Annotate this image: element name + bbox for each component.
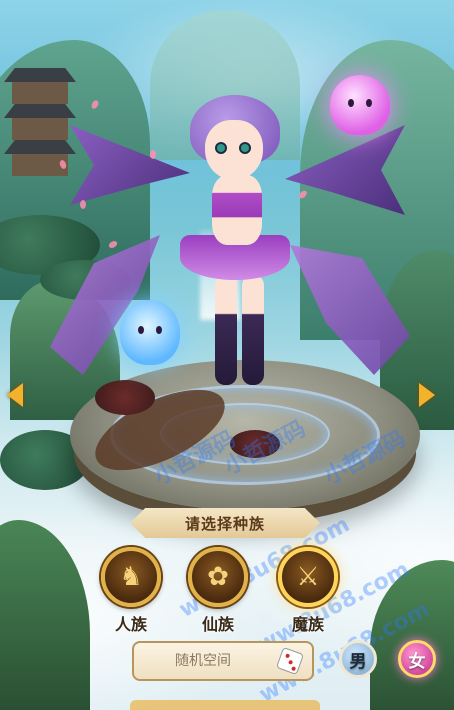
race-select-title: 请选择种族: [184, 514, 265, 533]
pink-spirit: [330, 75, 390, 135]
dice-icon: [275, 646, 305, 676]
temple-building: [0, 60, 80, 180]
character-name-box: [132, 641, 314, 681]
race-medal: ⚔: [278, 547, 338, 607]
cliff-bottom-left: [0, 520, 90, 710]
arrow-left-icon: [7, 383, 23, 407]
race-option-demon[interactable]: ⚔ 魔族: [277, 547, 339, 635]
race-label: 人族: [114, 615, 147, 634]
leg: [242, 275, 264, 385]
race-medal: ✿: [188, 547, 248, 607]
torso: [212, 175, 262, 245]
race-medal: ♞: [101, 547, 161, 607]
arrow-right-icon: [419, 383, 435, 407]
character-name-input[interactable]: [148, 653, 258, 669]
race-label: 仙族: [201, 615, 234, 634]
race-option-human[interactable]: ♞ 人族: [100, 547, 162, 635]
race-label: 魔族: [291, 615, 324, 634]
race-option-immortal[interactable]: ✿ 仙族: [187, 547, 249, 635]
game-scene: 小哲源码 小哲源码 小哲源码 www.8u68.com www.8u68.com…: [0, 0, 454, 710]
flower-emblem-icon: ✿: [207, 562, 229, 592]
demon-emblem-icon: ⚔: [296, 562, 320, 592]
random-name-button[interactable]: [275, 646, 306, 677]
eye: [239, 142, 251, 154]
prev-character-button[interactable]: [4, 380, 26, 410]
horse-emblem-icon: ♞: [119, 562, 143, 592]
eye: [215, 142, 227, 154]
character-portrait: [50, 95, 410, 415]
race-select-banner: 请选择种族: [130, 508, 320, 538]
blue-spirit: [120, 300, 180, 365]
petal: [80, 200, 86, 209]
face: [205, 120, 263, 180]
next-character-button[interactable]: [416, 380, 438, 410]
bottom-bar: [130, 700, 320, 710]
gender-male-button[interactable]: 男: [339, 640, 377, 678]
leg: [215, 275, 237, 385]
gender-female-label: 女: [408, 651, 426, 671]
gender-female-button[interactable]: 女: [398, 640, 436, 678]
gender-male-label: 男: [349, 651, 367, 671]
petal: [150, 150, 156, 159]
